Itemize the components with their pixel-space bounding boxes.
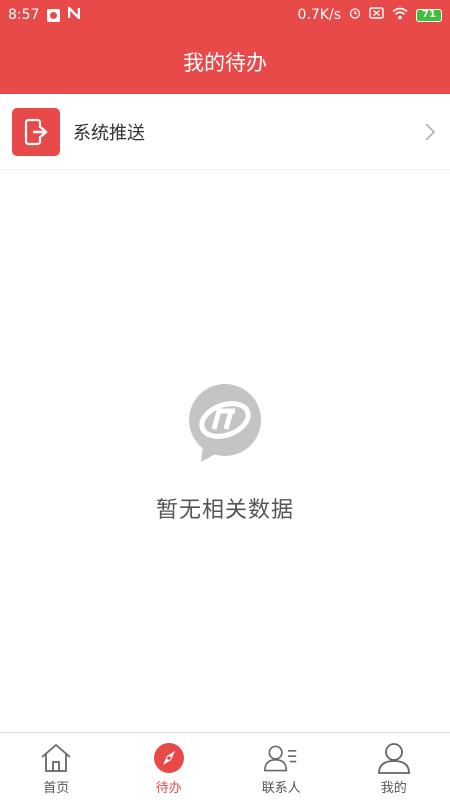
empty-state-text: 暂无相关数据 <box>155 498 294 523</box>
battery-level: 71 <box>422 9 436 20</box>
alarm-icon <box>349 7 361 23</box>
status-bar: 8:57 0.7K/s 71 <box>0 0 450 30</box>
tab-home[interactable]: 首页 <box>0 733 113 800</box>
user-icon <box>377 741 411 775</box>
status-time: 8:57 <box>8 7 40 23</box>
tab-label: 我的 <box>380 781 407 796</box>
tab-contacts[interactable]: 联系人 <box>225 733 338 800</box>
status-bar-right: 0.7K/s 71 <box>298 7 442 24</box>
status-bar-left: 8:57 <box>8 5 81 23</box>
contacts-icon <box>264 741 298 775</box>
wifi-icon <box>392 7 408 24</box>
sim-icon <box>369 7 384 23</box>
home-icon <box>39 741 73 775</box>
tab-label: 待办 <box>155 781 182 796</box>
tab-label: 联系人 <box>261 781 301 796</box>
list-item-system-push[interactable]: 系统推送 <box>0 94 450 170</box>
net-speed: 0.7K/s <box>297 7 341 23</box>
n-notification-icon <box>68 5 81 23</box>
tab-label: 首页 <box>43 781 70 796</box>
list-item-label: 系统推送 <box>73 122 145 144</box>
page-title: 我的待办 <box>183 51 267 75</box>
tab-mine[interactable]: 我的 <box>338 733 450 800</box>
compass-icon <box>152 741 186 775</box>
page-header: 我的待办 <box>0 30 450 94</box>
app-notification-icon <box>47 8 61 22</box>
chevron-right-icon <box>422 122 438 142</box>
tab-todo[interactable]: 待办 <box>113 733 226 800</box>
bottom-tab-bar: 首页 待办 联系人 我的 <box>0 732 450 800</box>
phone-exit-icon <box>12 107 60 156</box>
battery-icon: 71 <box>416 8 442 22</box>
empty-state: 暂无相关数据 <box>0 382 450 524</box>
logo-bubble-icon <box>185 382 265 470</box>
